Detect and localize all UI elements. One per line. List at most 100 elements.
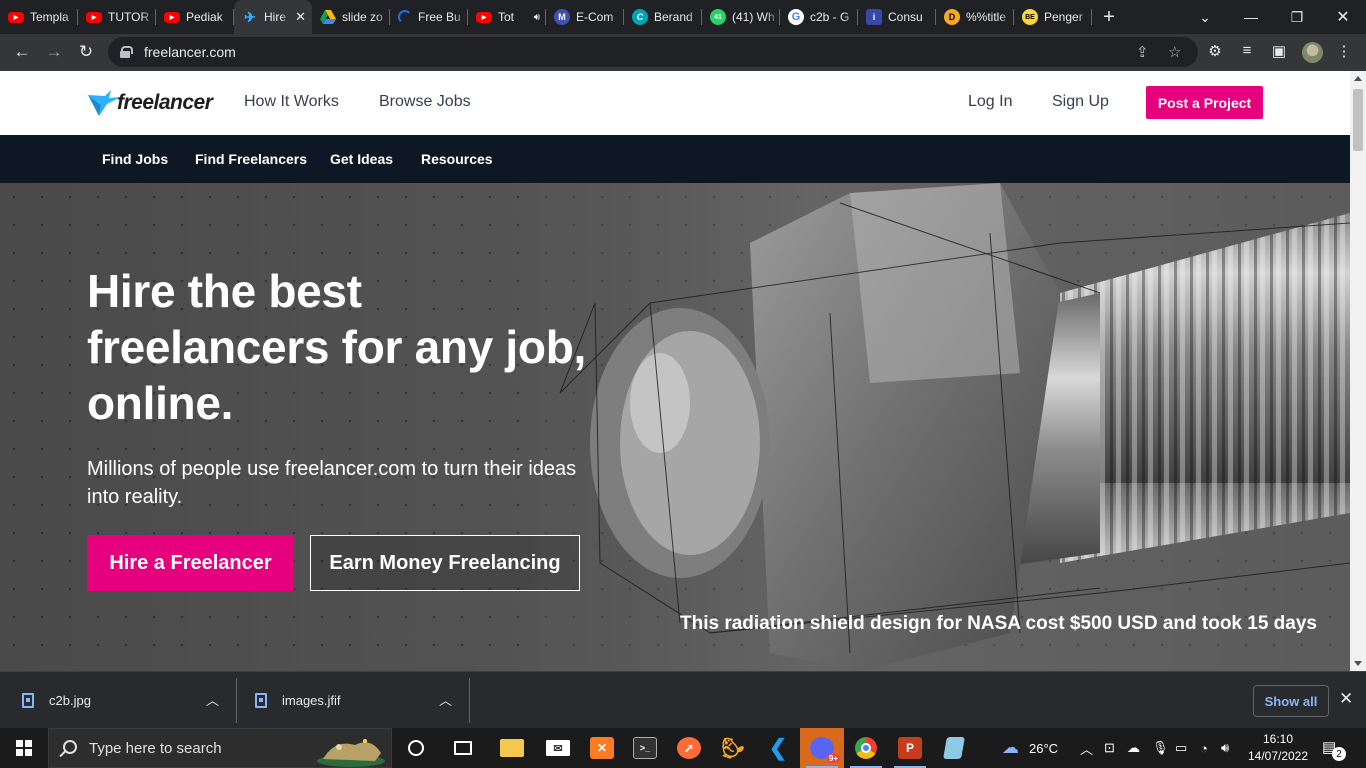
side-panel-icon[interactable]: ▣ — [1269, 42, 1289, 60]
discord-icon[interactable]: 9+ — [800, 728, 844, 768]
tab-loading[interactable]: Free Bu — [390, 0, 468, 34]
chevron-up-icon[interactable]: ︿ — [439, 690, 452, 709]
tab-freelancer-active[interactable]: ✈ Hire ✕ — [234, 0, 312, 34]
tab-youtube-3[interactable]: ▶ Pediak — [156, 0, 234, 34]
get-ideas-link[interactable]: Get Ideas — [330, 151, 393, 167]
windows-taskbar: Type here to search ✉ ✕ >_ ➚ 🦫︎ ❮ 9+ P ☁… — [0, 728, 1366, 768]
tab-consultation[interactable]: i Consu — [858, 0, 936, 34]
notification-count: 2 — [1332, 747, 1346, 761]
tab-title: Free Bu — [418, 10, 461, 24]
tab-title: Pediak — [186, 10, 223, 24]
tab-google-drive[interactable]: slide zo — [312, 0, 390, 34]
microphone-icon[interactable]: 🎙︎ — [1152, 728, 1169, 768]
browse-jobs-link[interactable]: Browse Jobs — [379, 93, 471, 111]
how-it-works-link[interactable]: How It Works — [244, 93, 339, 111]
hero-caption: This radiation shield design for NASA co… — [679, 613, 1317, 634]
hire-freelancer-button[interactable]: Hire a Freelancer — [87, 535, 294, 591]
lock-icon[interactable] — [120, 46, 133, 58]
download-item[interactable]: c2b.jpg — [22, 672, 91, 729]
canva-icon: C — [632, 9, 648, 25]
tab-search-icon[interactable]: ⌄ — [1182, 0, 1228, 34]
share-icon[interactable]: ⇪ — [1136, 43, 1149, 61]
menu-kebab-icon[interactable]: ⋮ — [1334, 42, 1354, 60]
minimize-button[interactable]: — — [1228, 0, 1274, 34]
battery-icon[interactable]: ▭ — [1175, 728, 1187, 768]
wifi-icon[interactable]: ◔ — [1200, 728, 1208, 768]
tab-whatsapp[interactable]: 41 (41) Wh — [702, 0, 780, 34]
mail-icon[interactable]: ✉ — [536, 728, 580, 768]
tab-youtube-1[interactable]: ▶ Templa — [0, 0, 78, 34]
back-icon[interactable]: ← — [6, 36, 38, 68]
youtube-icon: ▶ — [476, 11, 492, 23]
start-button[interactable] — [0, 728, 48, 768]
post-project-button[interactable]: Post a Project — [1146, 86, 1263, 119]
freelancer-logo[interactable]: freelancer — [87, 85, 222, 121]
new-tab-button[interactable]: + — [1092, 0, 1126, 34]
tray-chevron-icon[interactable]: ︿ — [1080, 728, 1093, 768]
chevron-up-icon[interactable]: ︿ — [206, 690, 219, 709]
close-tab-icon[interactable]: ✕ — [295, 9, 306, 25]
tab-youtube-4[interactable]: ▶ Tot 🔊︎ — [468, 0, 546, 34]
vscode-icon[interactable]: ❮ — [756, 728, 800, 768]
tab-title: Berand — [654, 10, 693, 24]
tab-title-placeholder[interactable]: D %%title — [936, 0, 1014, 34]
powerpoint-icon[interactable]: P — [888, 728, 932, 768]
loading-icon — [398, 10, 412, 24]
log-in-link[interactable]: Log In — [968, 93, 1012, 111]
extensions-icon[interactable]: ⚙ — [1205, 42, 1225, 60]
be-icon: BE — [1022, 9, 1038, 25]
dbeaver-icon[interactable]: 🦫︎ — [711, 728, 755, 768]
weather-widget[interactable]: ☁ 26°C — [1002, 728, 1058, 768]
whatsapp-icon: 41 — [710, 9, 726, 25]
clock-time: 16:10 — [1262, 732, 1294, 746]
file-explorer-icon[interactable] — [490, 728, 534, 768]
sign-up-link[interactable]: Sign Up — [1052, 93, 1109, 111]
download-filename: images.jfif — [282, 693, 341, 708]
d-icon: D — [944, 9, 960, 25]
address-bar[interactable]: freelancer.com ⇪ ☆ — [108, 37, 1198, 67]
restore-button[interactable]: ❐ — [1274, 0, 1320, 34]
resources-link[interactable]: Resources — [421, 151, 493, 167]
google-icon: G — [788, 9, 804, 25]
bookmark-star-icon[interactable]: ☆ — [1168, 43, 1181, 61]
onedrive-icon[interactable]: ☁ — [1127, 728, 1140, 768]
download-filename: c2b.jpg — [49, 693, 91, 708]
terminal-icon[interactable]: >_ — [623, 728, 667, 768]
download-item[interactable]: images.jfif — [255, 672, 341, 729]
reload-icon[interactable]: ↻ — [70, 36, 102, 68]
find-freelancers-link[interactable]: Find Freelancers — [195, 151, 307, 167]
scroll-down-icon[interactable] — [1354, 661, 1362, 666]
forward-icon[interactable]: → — [38, 36, 70, 68]
profile-avatar[interactable] — [1302, 42, 1323, 63]
tab-youtube-2[interactable]: ▶ TUTOR — [78, 0, 156, 34]
close-icon[interactable]: ✕ — [1339, 689, 1353, 709]
tab-google[interactable]: G c2b - G — [780, 0, 858, 34]
speaker-icon[interactable]: 🔊︎ — [534, 12, 540, 23]
page-scrollbar[interactable] — [1350, 71, 1366, 671]
system-clock[interactable]: 16:10 14/07/2022 — [1242, 731, 1314, 765]
info-icon: i — [866, 9, 882, 25]
task-view-icon[interactable] — [441, 728, 485, 768]
notification-center-icon[interactable]: ▤ 2 — [1322, 738, 1346, 761]
chrome-icon[interactable] — [844, 728, 888, 768]
search-icon — [63, 740, 77, 754]
tab-penger[interactable]: BE Penger — [1014, 0, 1092, 34]
find-jobs-link[interactable]: Find Jobs — [102, 151, 168, 167]
cortana-icon[interactable] — [394, 728, 438, 768]
notepad-icon[interactable] — [932, 728, 976, 768]
meet-now-icon[interactable]: ⊡ — [1104, 728, 1115, 768]
earn-money-button[interactable]: Earn Money Freelancing — [310, 535, 580, 591]
tab-canva[interactable]: C Berand — [624, 0, 702, 34]
taskbar-search[interactable]: Type here to search — [48, 728, 392, 768]
divider — [236, 678, 237, 723]
hero-bolt-image — [540, 183, 1350, 671]
volume-icon[interactable]: 🔊︎ — [1221, 728, 1229, 768]
tab-ecom[interactable]: M E-Com — [546, 0, 624, 34]
show-all-button[interactable]: Show all — [1253, 685, 1329, 717]
scroll-thumb[interactable] — [1353, 89, 1363, 151]
close-window-button[interactable]: ✕ — [1320, 0, 1366, 34]
postman-icon[interactable]: ➚ — [667, 728, 711, 768]
xampp-icon[interactable]: ✕ — [580, 728, 624, 768]
media-control-icon[interactable]: ≡ — [1237, 42, 1257, 59]
scroll-up-icon[interactable] — [1354, 76, 1362, 81]
